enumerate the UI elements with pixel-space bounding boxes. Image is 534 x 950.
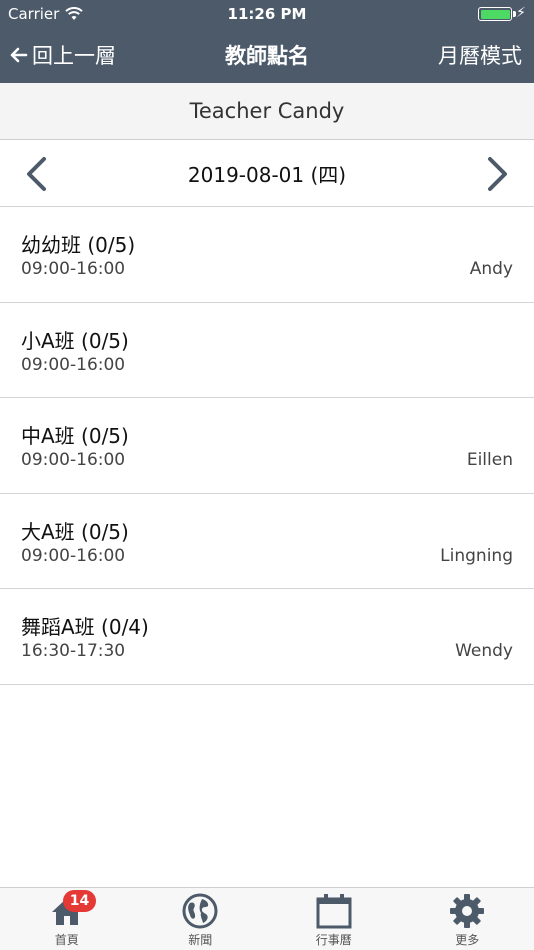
- class-time: 09:00-16:00: [21, 545, 126, 566]
- class-name: 大A班 (0/5): [21, 519, 129, 544]
- class-list: 幼幼班 (0/5) 09:00-16:00 Andy 小A班 (0/5) 09:…: [0, 207, 534, 685]
- home-icon: 14: [47, 890, 97, 929]
- class-time: 16:30-17:30: [21, 641, 126, 661]
- chevron-left-icon: [27, 157, 46, 191]
- calendar-mode-button[interactable]: 月曆模式: [438, 40, 522, 70]
- notification-badge: 14: [62, 890, 97, 912]
- gear-icon: [447, 893, 487, 929]
- class-time: 09:00-16:00: [21, 354, 126, 375]
- class-name: 小A班 (0/5): [21, 328, 129, 353]
- current-date: 2019-08-01 (四): [187, 162, 347, 187]
- class-time: 09:00-16:00: [21, 450, 126, 470]
- class-row[interactable]: 小A班 (0/5) 09:00-16:00: [0, 303, 534, 398]
- teacher-name-bar: Teacher Candy: [0, 83, 534, 140]
- navbar: 回上一層 教師點名 月曆模式: [0, 28, 534, 83]
- class-teacher: Eillen: [466, 450, 513, 470]
- class-row[interactable]: 幼幼班 (0/5) 09:00-16:00 Andy: [0, 207, 534, 303]
- class-row[interactable]: 中A班 (0/5) 09:00-16:00 Eillen: [0, 398, 534, 494]
- chevron-right-icon: [488, 157, 507, 191]
- tab-more[interactable]: 更多: [401, 888, 534, 950]
- tab-home[interactable]: 14 首頁: [0, 888, 134, 950]
- status-bar: Carrier 11:26 PM ⚡: [0, 0, 534, 28]
- globe-icon: [180, 893, 220, 929]
- tab-label: 行事曆: [315, 933, 352, 947]
- calendar-icon: [314, 893, 354, 929]
- class-teacher: Wendy: [455, 641, 513, 661]
- class-teacher: Andy: [469, 259, 513, 279]
- tab-label: 更多: [455, 933, 480, 947]
- tab-news[interactable]: 新聞: [134, 888, 268, 950]
- class-name: 舞蹈A班 (0/4): [21, 615, 149, 639]
- tab-calendar[interactable]: 行事曆: [267, 888, 401, 950]
- tab-bar: 14 首頁 新聞 行事曆 更多: [0, 887, 534, 950]
- status-time: 11:26 PM: [227, 5, 307, 23]
- class-name: 中A班 (0/5): [21, 424, 129, 448]
- next-date-button[interactable]: [478, 154, 518, 194]
- tab-label: 新聞: [188, 933, 213, 947]
- class-time: 09:00-16:00: [21, 259, 126, 279]
- battery-icon: [478, 7, 516, 21]
- date-selector: 2019-08-01 (四): [0, 140, 534, 207]
- charging-icon: ⚡: [516, 5, 526, 21]
- teacher-name: Teacher Candy: [189, 99, 345, 123]
- previous-date-button[interactable]: [16, 154, 56, 194]
- class-row[interactable]: 舞蹈A班 (0/4) 16:30-17:30 Wendy: [0, 589, 534, 685]
- class-name: 幼幼班 (0/5): [21, 233, 136, 257]
- class-teacher: Lingning: [440, 545, 513, 566]
- header: Carrier 11:26 PM ⚡ 回上一層 教師點名 月曆模式: [0, 0, 534, 83]
- tab-label: 首頁: [54, 933, 79, 947]
- class-row[interactable]: 大A班 (0/5) 09:00-16:00 Lingning: [0, 494, 534, 589]
